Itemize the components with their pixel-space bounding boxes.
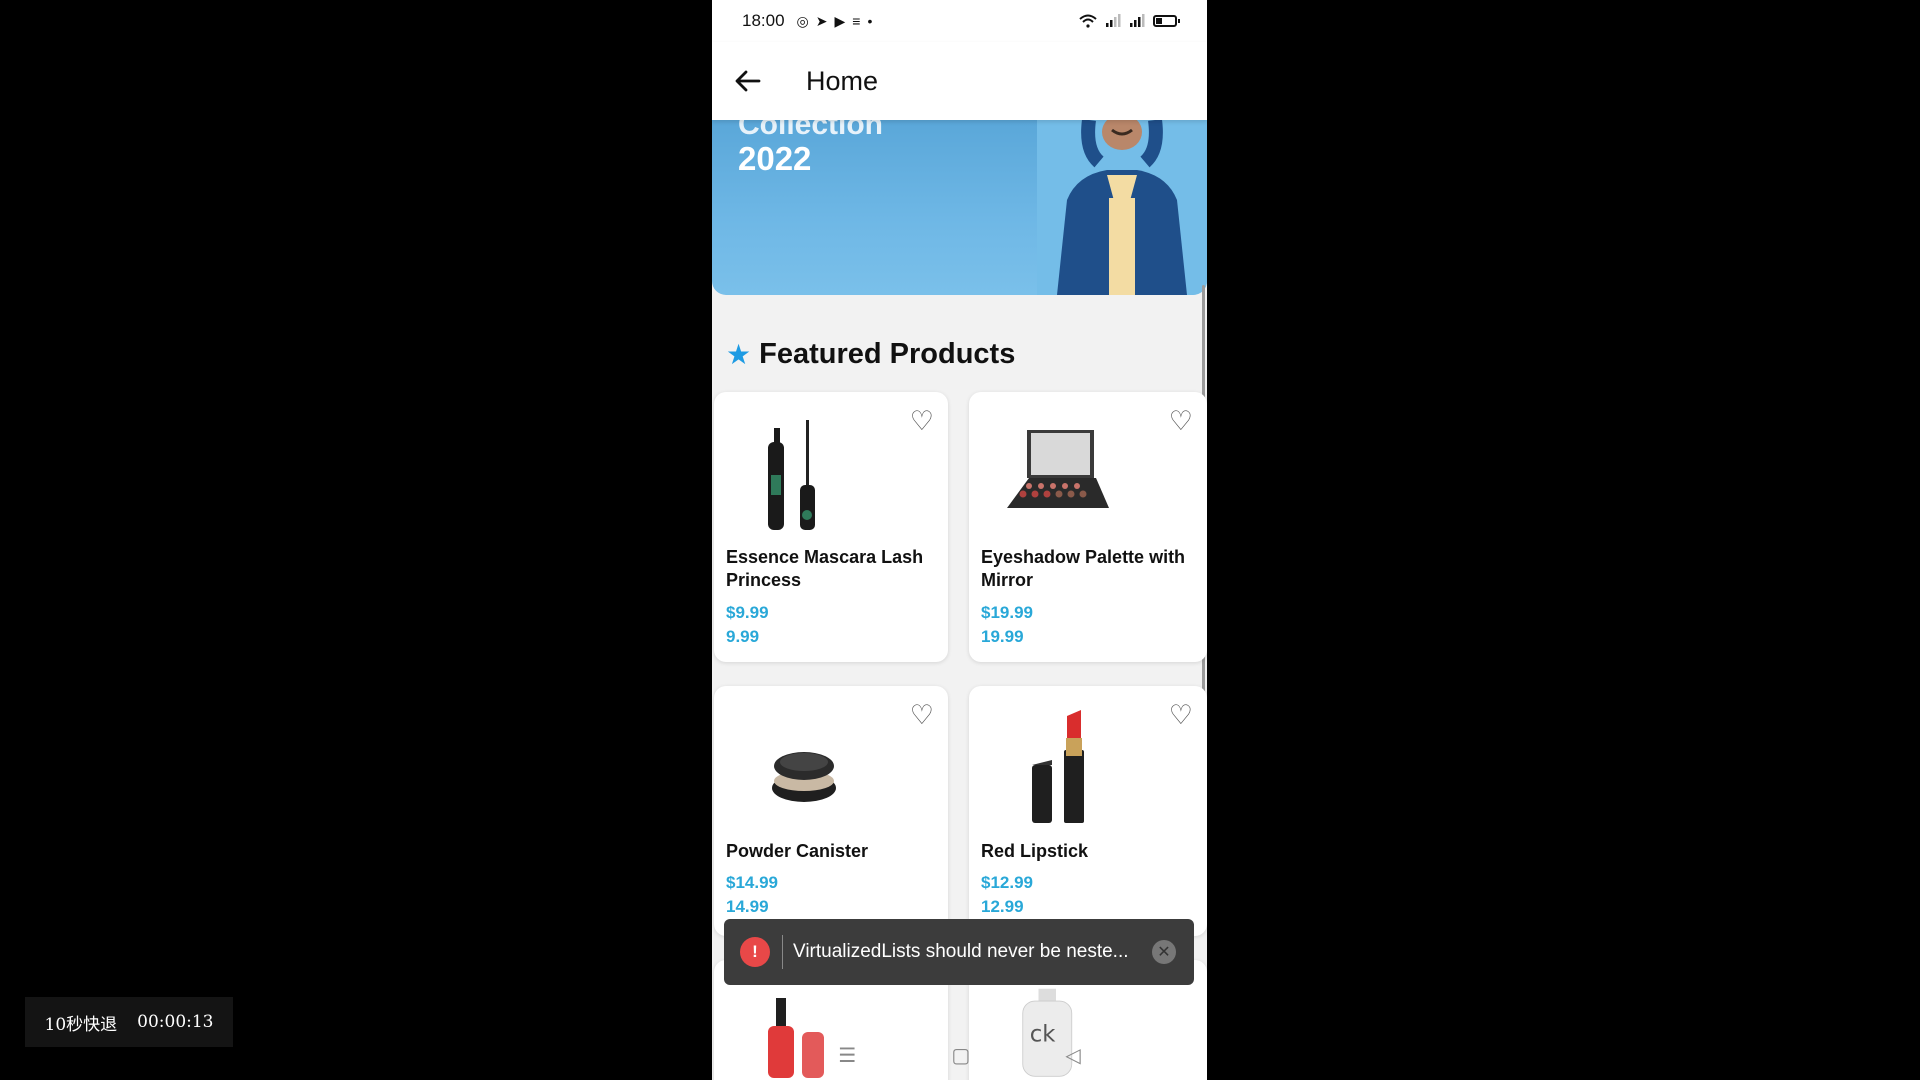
product-card[interactable]: ♡ Powder Canister $14.99 14.99 <box>714 686 948 936</box>
banner-model-image <box>1037 120 1207 295</box>
menu-icon[interactable]: ☰ <box>838 1043 856 1068</box>
signal-icon <box>1106 14 1121 27</box>
product-raw-price: 12.99 <box>981 897 1024 916</box>
battery-icon <box>1153 15 1180 27</box>
featured-products-heading: ★ Featured Products <box>726 338 1015 371</box>
system-nav-bar: ☰ ▢ ◁ <box>712 1040 1207 1070</box>
product-name: Eyeshadow Palette with Mirror <box>981 547 1186 590</box>
back-triangle-icon[interactable]: ◁ <box>1065 1043 1080 1068</box>
heart-icon[interactable]: ♡ <box>1169 702 1193 729</box>
error-toast[interactable]: ! VirtualizedLists should never be neste… <box>724 919 1194 985</box>
notes-icon: ≡ <box>852 13 861 29</box>
heart-icon[interactable]: ♡ <box>910 702 934 729</box>
product-price: $12.99 <box>981 873 1033 892</box>
home-square-icon[interactable]: ▢ <box>951 1043 970 1068</box>
toast-divider <box>782 935 783 969</box>
product-price: $19.99 <box>981 603 1033 622</box>
youtube-icon: ▶ <box>834 13 846 29</box>
toast-message: VirtualizedLists should never be neste..… <box>793 941 1129 962</box>
alert-icon: ! <box>740 937 770 967</box>
back-button[interactable] <box>728 61 768 101</box>
status-time: 18:00 <box>742 11 785 30</box>
rewind-label: 10秒快退 <box>44 1014 118 1035</box>
page-title: Home <box>806 65 879 96</box>
dot-icon: • <box>867 13 873 29</box>
product-name: Powder Canister <box>726 841 869 861</box>
product-name: Red Lipstick <box>981 841 1089 861</box>
heart-icon[interactable]: ♡ <box>1169 408 1193 435</box>
phone-screen: 18:00 ◎ ➤ ▶ ≡ • Home Collection 2022 ★ F… <box>712 0 1207 1080</box>
close-icon[interactable]: ✕ <box>1152 940 1176 964</box>
product-raw-price: 9.99 <box>726 627 760 646</box>
product-card[interactable]: ♡ Red Lipstick $12.99 12.99 <box>969 686 1207 936</box>
product-card[interactable]: ♡ Eyeshadow Palette with Mirror $19.99 1… <box>969 392 1207 662</box>
status-bar: 18:00 ◎ ➤ ▶ ≡ • <box>712 0 1207 42</box>
section-title: Featured Products <box>759 338 1016 370</box>
signal-icon <box>1130 14 1145 27</box>
banner-year: 2022 <box>738 140 812 177</box>
product-card[interactable]: ♡ Essence Mascara Lash Princess $9.99 9.… <box>714 392 948 662</box>
app-header: Home <box>712 42 1207 120</box>
system-icons <box>1079 14 1180 28</box>
product-image-lipstick <box>1032 710 1084 823</box>
star-icon: ★ <box>726 338 752 370</box>
product-image-powder <box>772 752 836 802</box>
notification-icons: ◎ ➤ ▶ ≡ • <box>797 14 873 28</box>
product-name: Essence Mascara Lash Princess <box>726 547 924 590</box>
arrow-left-icon <box>735 70 761 92</box>
product-image-eyeshadow <box>1007 430 1109 508</box>
video-rewind-overlay[interactable]: 10秒快退 00:00:13 <box>25 997 233 1047</box>
promo-banner[interactable]: Collection 2022 <box>712 120 1207 295</box>
product-image-mascara <box>768 420 815 530</box>
heart-icon[interactable]: ♡ <box>910 408 934 435</box>
banner-heading: Collection <box>738 120 884 141</box>
whatsapp-icon: ◎ <box>796 13 809 29</box>
product-raw-price: 14.99 <box>726 897 769 916</box>
product-price: $9.99 <box>726 603 769 622</box>
product-raw-price: 19.99 <box>981 627 1024 646</box>
telegram-icon: ➤ <box>815 13 828 29</box>
product-price: $14.99 <box>726 873 778 892</box>
wifi-icon <box>1079 14 1097 28</box>
elapsed-time: 00:00:13 <box>137 1012 214 1032</box>
